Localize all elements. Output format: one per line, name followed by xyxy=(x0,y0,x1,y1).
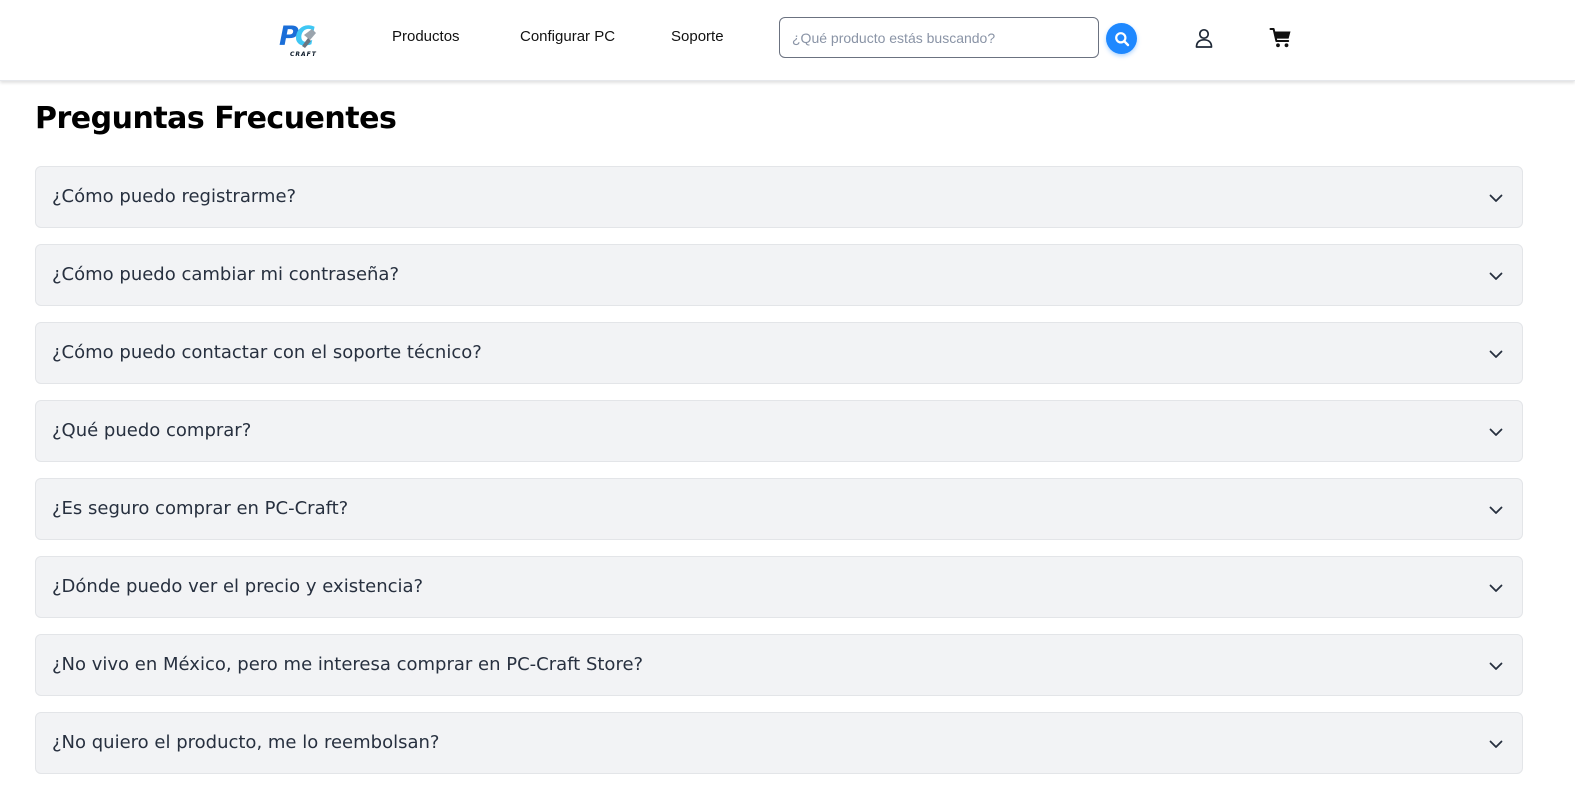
chevron-down-icon xyxy=(1489,428,1503,436)
faq-question: ¿Es seguro comprar en PC-Craft? xyxy=(52,498,349,519)
user-icon xyxy=(1195,28,1213,48)
chevron-down-icon xyxy=(1489,506,1503,514)
faq-item[interactable]: ¿Cómo puedo cambiar mi contraseña? xyxy=(35,244,1523,306)
chevron-down-icon xyxy=(1489,584,1503,592)
faq-question: ¿Cómo puedo registrarme? xyxy=(52,186,297,207)
cart-button[interactable] xyxy=(1269,26,1293,50)
faq-question: ¿Cómo puedo contactar con el soporte téc… xyxy=(52,342,482,363)
search-input[interactable] xyxy=(779,17,1099,58)
faq-item[interactable]: ¿Es seguro comprar en PC-Craft? xyxy=(35,478,1523,540)
faq-accordion: ¿Cómo puedo registrarme? ¿Cómo puedo cam… xyxy=(35,166,1523,790)
faq-question: ¿Qué puedo comprar? xyxy=(52,420,252,441)
chevron-down-icon xyxy=(1489,194,1503,202)
faq-item[interactable]: ¿Qué puedo comprar? xyxy=(35,400,1523,462)
page-title: Preguntas Frecuentes xyxy=(35,101,397,136)
chevron-down-icon xyxy=(1489,740,1503,748)
faq-question: ¿No vivo en México, pero me interesa com… xyxy=(52,654,644,675)
faq-item[interactable]: ¿Dónde puedo ver el precio y existencia? xyxy=(35,556,1523,618)
chevron-down-icon xyxy=(1489,350,1503,358)
chevron-down-icon xyxy=(1489,662,1503,670)
nav-productos[interactable]: Productos xyxy=(392,28,460,45)
search-icon xyxy=(1114,31,1129,46)
svg-text:CRAFT: CRAFT xyxy=(290,51,317,58)
faq-question: ¿No quiero el producto, me lo reembolsan… xyxy=(52,732,440,753)
cart-icon xyxy=(1269,28,1291,48)
faq-item[interactable]: ¿No vivo en México, pero me interesa com… xyxy=(35,634,1523,696)
faq-item[interactable]: ¿No quiero el producto, me lo reembolsan… xyxy=(35,712,1523,774)
pc-craft-logo[interactable]: P C CRAFT xyxy=(278,18,322,58)
nav-soporte[interactable]: Soporte xyxy=(671,28,724,45)
user-account-button[interactable] xyxy=(1192,26,1216,50)
faq-question: ¿Cómo puedo cambiar mi contraseña? xyxy=(52,264,400,285)
chevron-down-icon xyxy=(1489,272,1503,280)
search-button[interactable] xyxy=(1106,23,1137,54)
top-navbar: P C CRAFT Productos Configurar PC Soport… xyxy=(0,0,1575,81)
faq-item[interactable]: ¿Cómo puedo contactar con el soporte téc… xyxy=(35,322,1523,384)
faq-question: ¿Dónde puedo ver el precio y existencia? xyxy=(52,576,424,597)
faq-item[interactable]: ¿Cómo puedo registrarme? xyxy=(35,166,1523,228)
nav-configurar-pc[interactable]: Configurar PC xyxy=(520,28,615,45)
